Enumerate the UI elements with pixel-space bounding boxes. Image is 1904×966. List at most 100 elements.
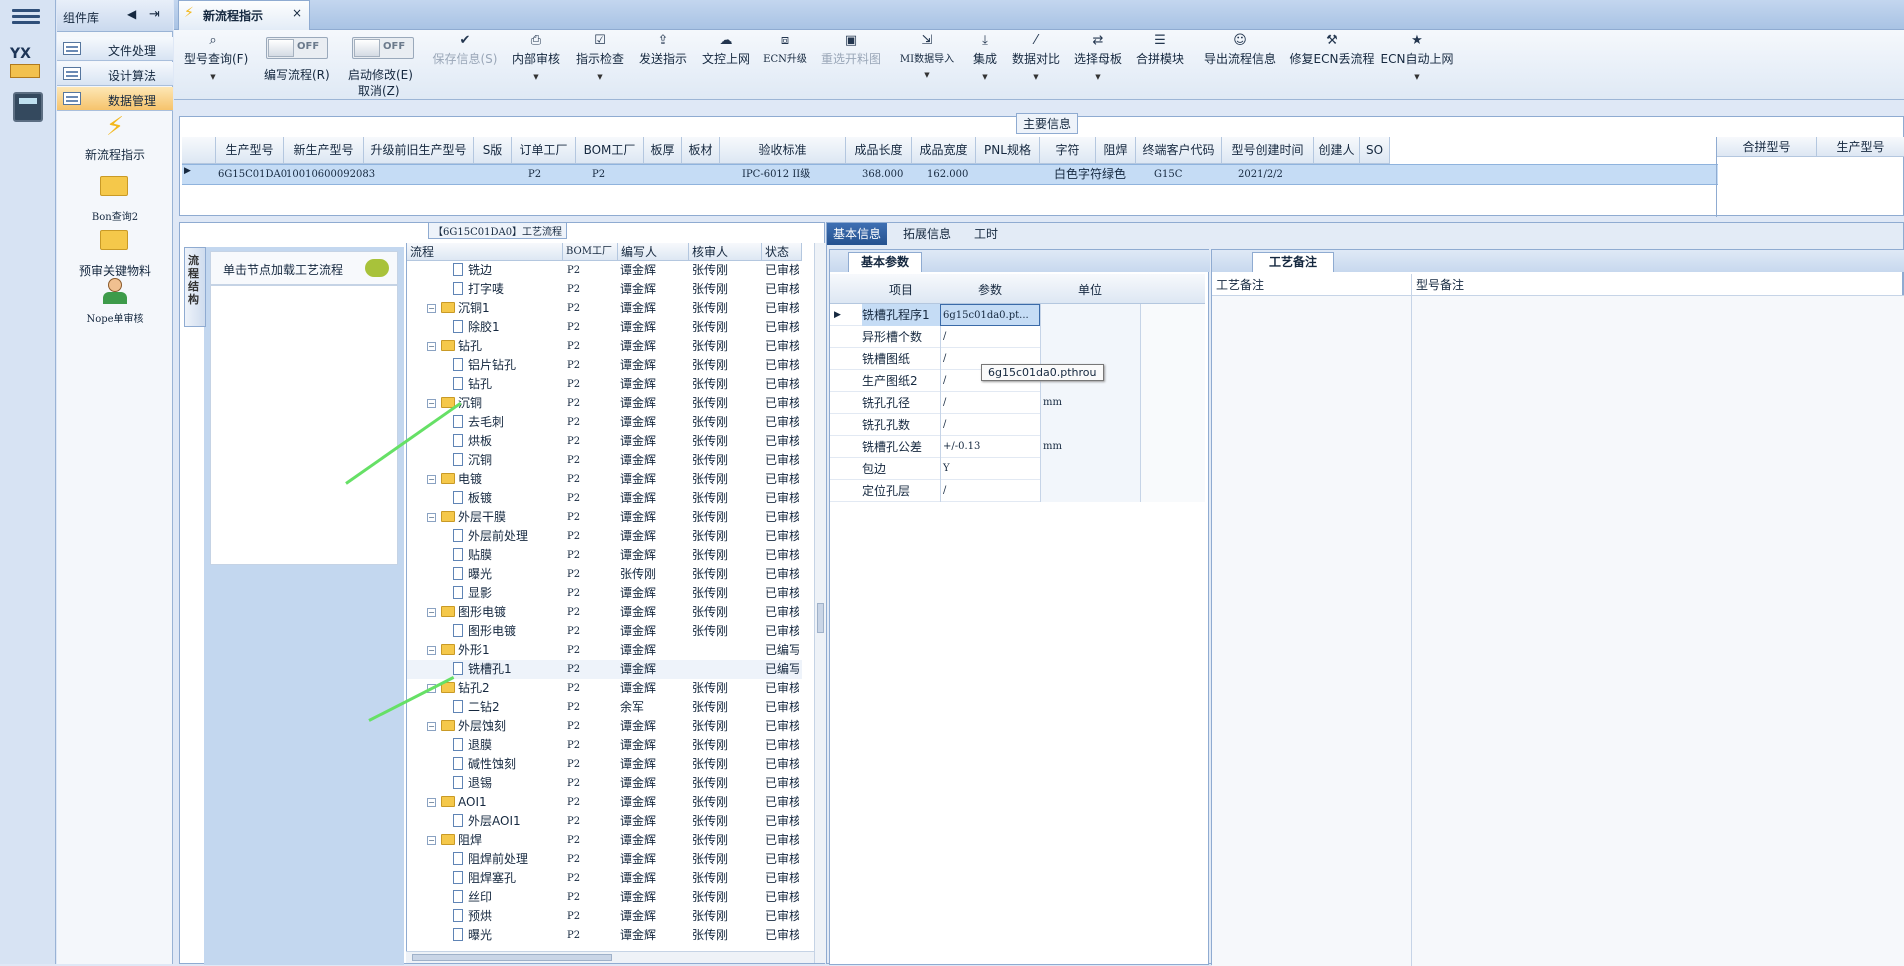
column-header[interactable]: 型号备注 — [1412, 274, 1904, 296]
column-header[interactable]: 项目 — [862, 281, 940, 298]
library-item-file-processing[interactable]: 文件处理 — [57, 37, 173, 61]
tree-row[interactable]: 烘板 P2 谭金辉 张传刚 已审核 — [407, 432, 802, 451]
doc-online-button[interactable]: ☁ 文控上网 — [700, 30, 752, 100]
param-value[interactable]: / — [940, 480, 1040, 502]
collapse-icon[interactable]: − — [427, 798, 436, 807]
column-header[interactable]: 阻焊 — [1096, 137, 1136, 164]
tree-row[interactable]: − 外形1 P2 谭金辉 已编写 — [407, 641, 802, 660]
tree-row[interactable]: 去毛刺 P2 谭金辉 张传刚 已审核 — [407, 413, 802, 432]
tree-row[interactable]: − 沉铜 P2 谭金辉 张传刚 已审核 — [407, 394, 802, 413]
integrate-button[interactable]: ⤓ 集成 ▼ — [968, 30, 1002, 100]
collapse-icon[interactable]: − — [427, 399, 436, 408]
tree-row[interactable]: − 外层干膜 P2 谭金辉 张传刚 已审核 — [407, 508, 802, 527]
column-header[interactable]: 参数 — [940, 281, 1040, 298]
model-notes-text[interactable] — [1412, 296, 1904, 966]
tool-nope-review[interactable]: Nope单审核 — [57, 276, 173, 325]
param-row[interactable]: 包边 Y — [830, 458, 1205, 480]
tree-row[interactable]: 除胶1 P2 谭金辉 张传刚 已审核 — [407, 318, 802, 337]
tree-row[interactable]: 阻焊前处理 P2 谭金辉 张传刚 已审核 — [407, 850, 802, 869]
param-value[interactable]: / — [940, 414, 1040, 436]
start-modify-toggle[interactable]: OFF — [352, 37, 414, 59]
column-header[interactable]: 字符 — [1040, 137, 1096, 164]
tree-row[interactable]: 板镀 P2 谭金辉 张传刚 已审核 — [407, 489, 802, 508]
internal-review-button[interactable]: ⎙ 内部审核 ▼ — [510, 30, 562, 100]
tree-row[interactable]: 打字唛 P2 谭金辉 张传刚 已审核 — [407, 280, 802, 299]
data-compare-button[interactable]: ⁄ 数据对比 ▼ — [1010, 30, 1062, 100]
tree-row[interactable]: 阻焊塞孔 P2 谭金辉 张传刚 已审核 — [407, 869, 802, 888]
tab-extended-info[interactable]: 拓展信息 — [897, 223, 957, 245]
tree-row[interactable]: 丝印 P2 谭金辉 张传刚 已审核 — [407, 888, 802, 907]
tree-row[interactable]: 沉铜 P2 谭金辉 张传刚 已审核 — [407, 451, 802, 470]
tab-new-flow[interactable]: ⚡ 新流程指示 × — [178, 0, 310, 30]
table-row[interactable]: ▶ 6G15C01DA0 10010600092083 P2 P2 IPC-60… — [182, 164, 1718, 185]
column-header[interactable]: BOM工厂 — [563, 243, 618, 261]
tree-row[interactable]: 碱性蚀刻 P2 谭金辉 张传刚 已审核 — [407, 755, 802, 774]
export-flow-info-button[interactable]: ☺ 导出流程信息 — [1198, 30, 1282, 100]
library-item-design-algorithm[interactable]: 设计算法 — [57, 62, 173, 86]
param-value[interactable]: / — [940, 326, 1040, 348]
merge-module-button[interactable]: ☰ 合拼模块 — [1134, 30, 1186, 100]
column-header[interactable]: 新生产型号 — [284, 137, 364, 164]
column-header[interactable]: BOM工厂 — [576, 137, 644, 164]
param-row[interactable]: 铣槽孔公差 +/-0.13 mm — [830, 436, 1205, 458]
param-value[interactable]: / — [940, 392, 1040, 414]
model-query-button[interactable]: ⌕ 型号查询(F) ▼ — [184, 30, 248, 100]
scroll-thumb[interactable] — [817, 603, 824, 633]
column-header[interactable]: 创建人 — [1314, 137, 1360, 164]
collapse-left-icon[interactable]: ◀ — [127, 7, 136, 21]
exit-icon[interactable]: ⇥ — [149, 7, 160, 22]
column-header[interactable]: 单位 — [1040, 281, 1140, 298]
tree-row[interactable]: − 沉铜1 P2 谭金辉 张传刚 已审核 — [407, 299, 802, 318]
collapse-icon[interactable]: − — [427, 646, 436, 655]
tree-row[interactable]: 退膜 P2 谭金辉 张传刚 已审核 — [407, 736, 802, 755]
tree-row[interactable]: 显影 P2 谭金辉 张传刚 已审核 — [407, 584, 802, 603]
column-header[interactable]: 成品宽度 — [912, 137, 976, 164]
tree-row[interactable]: 外层前处理 P2 谭金辉 张传刚 已审核 — [407, 527, 802, 546]
ecn-auto-online-button[interactable]: ★ ECN自动上网 ▼ — [1380, 30, 1454, 100]
yx-logo-icon[interactable]: YX — [10, 46, 44, 80]
tool-new-flow[interactable]: ⚡ 新流程指示 — [57, 112, 173, 163]
column-header[interactable]: 验收标准 — [720, 137, 846, 164]
reselect-cut-drawing-button[interactable]: ▣ 重选开料图 — [820, 30, 882, 100]
column-header[interactable]: 流程 — [407, 243, 563, 261]
tree-row[interactable]: 退锡 P2 谭金辉 张传刚 已审核 — [407, 774, 802, 793]
tree-row[interactable]: 外层AOI1 P2 谭金辉 张传刚 已审核 — [407, 812, 802, 831]
tree-row[interactable]: − 钻孔 P2 谭金辉 张传刚 已审核 — [407, 337, 802, 356]
tree-row[interactable]: 曝光 P2 张传刚 张传刚 已审核 — [407, 565, 802, 584]
column-header[interactable]: 型号创建时间 — [1222, 137, 1314, 164]
param-row[interactable]: 异形槽个数 / — [830, 326, 1205, 348]
close-icon[interactable]: × — [292, 6, 302, 20]
basic-params-title[interactable]: 基本参数 — [848, 252, 923, 272]
column-header[interactable]: 合拼型号 — [1717, 137, 1817, 157]
write-flow-toggle[interactable]: OFF — [266, 37, 328, 59]
tool-bom-query[interactable]: Bon查询2 — [57, 170, 173, 223]
collapse-icon[interactable]: − — [427, 722, 436, 731]
tree-horizontal-scrollbar[interactable] — [406, 951, 814, 963]
param-value[interactable]: +/-0.13 — [940, 436, 1040, 458]
process-notes-text[interactable] — [1212, 296, 1412, 966]
cancel-label[interactable]: 取消(Z) — [358, 82, 400, 99]
calculator-icon[interactable] — [13, 92, 43, 122]
column-header[interactable]: 生产型号 — [1817, 137, 1904, 157]
save-info-button[interactable]: ✔ 保存信息(S) — [430, 30, 500, 100]
tree-row[interactable]: − AOI1 P2 谭金辉 张传刚 已审核 — [407, 793, 802, 812]
scroll-thumb[interactable] — [412, 954, 612, 961]
collapse-icon[interactable]: − — [427, 304, 436, 313]
tree-row[interactable]: − 图形电镀 P2 谭金辉 张传刚 已审核 — [407, 603, 802, 622]
column-header[interactable]: 成品长度 — [846, 137, 912, 164]
tab-work-hours[interactable]: 工时 — [968, 223, 1004, 245]
collapse-icon[interactable]: − — [427, 475, 436, 484]
param-value[interactable]: Y — [940, 458, 1040, 480]
collapse-icon[interactable]: − — [427, 342, 436, 351]
tree-row[interactable]: 曝光 P2 谭金辉 张传刚 已审核 — [407, 926, 802, 945]
collapse-icon[interactable]: − — [427, 513, 436, 522]
column-header[interactable]: 生产型号 — [216, 137, 284, 164]
column-header[interactable]: 终端客户代码 — [1136, 137, 1222, 164]
tab-basic-info[interactable]: 基本信息 — [827, 223, 888, 245]
instruction-check-button[interactable]: ☑ 指示检查 ▼ — [574, 30, 626, 100]
menu-icon[interactable] — [12, 6, 40, 28]
tree-row[interactable]: 铣槽孔1 P2 谭金辉 已编写 — [407, 660, 802, 679]
tree-row[interactable]: − 外层蚀刻 P2 谭金辉 张传刚 已审核 — [407, 717, 802, 736]
process-notes-title[interactable]: 工艺备注 — [1252, 252, 1335, 272]
send-instruction-button[interactable]: ⇪ 发送指示 — [637, 30, 689, 100]
